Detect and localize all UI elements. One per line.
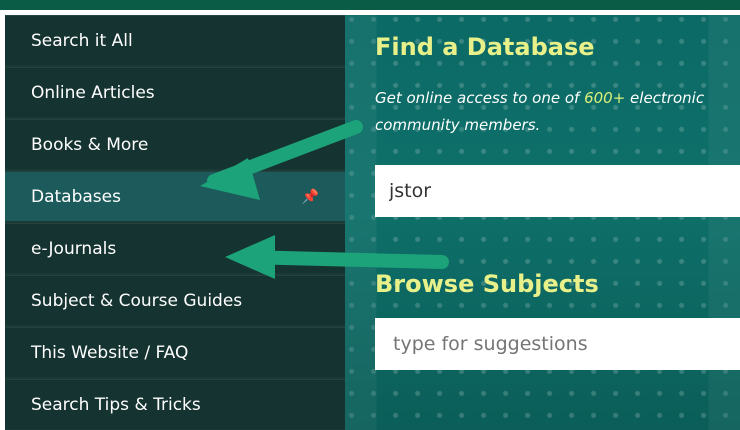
page-subtitle: Get online access to one of 600+ electro… — [375, 85, 740, 139]
top-accent-bar — [0, 0, 740, 10]
library-search-panel: Search it All Online Articles Books & Mo… — [0, 0, 740, 430]
sidebar-item-label: Databases — [31, 187, 121, 207]
database-search-input[interactable] — [375, 165, 740, 217]
pin-icon: 📌 — [301, 189, 319, 205]
sidebar-item-label: Search it All — [31, 31, 133, 51]
browse-subjects-heading: Browse Subjects — [375, 270, 599, 298]
sidebar-item-books-more[interactable]: Books & More — [5, 119, 345, 169]
sidebar-item-search-tips[interactable]: Search Tips & Tricks — [5, 379, 345, 429]
subtitle-prefix: Get online access to one of — [375, 89, 585, 107]
subtitle-suffix: electronic — [625, 89, 705, 107]
sidebar-item-databases[interactable]: Databases 📌 — [5, 171, 345, 221]
sidebar-item-label: Online Articles — [31, 83, 155, 103]
sidebar-item-website-faq[interactable]: This Website / FAQ — [5, 327, 345, 377]
sidebar-item-subject-course-guides[interactable]: Subject & Course Guides — [5, 275, 345, 325]
sidebar-item-search-it-all[interactable]: Search it All — [5, 15, 345, 65]
sidebar-item-label: Books & More — [31, 135, 149, 155]
sidebar-item-e-journals[interactable]: e-Journals — [5, 223, 345, 273]
subject-search-input[interactable] — [375, 318, 740, 370]
subtitle-count: 600+ — [584, 89, 626, 107]
sidebar-item-online-articles[interactable]: Online Articles — [5, 67, 345, 117]
sidebar-item-label: e-Journals — [31, 239, 117, 259]
sidebar: Search it All Online Articles Books & Mo… — [5, 15, 345, 430]
page-title: Find a Database — [375, 33, 595, 61]
main-panel: Find a Database Get online access to one… — [345, 15, 740, 430]
sidebar-item-label: Search Tips & Tricks — [31, 395, 201, 415]
sidebar-item-label: This Website / FAQ — [31, 343, 189, 363]
sidebar-item-label: Subject & Course Guides — [31, 291, 243, 311]
subtitle-line2: community members. — [375, 116, 541, 134]
